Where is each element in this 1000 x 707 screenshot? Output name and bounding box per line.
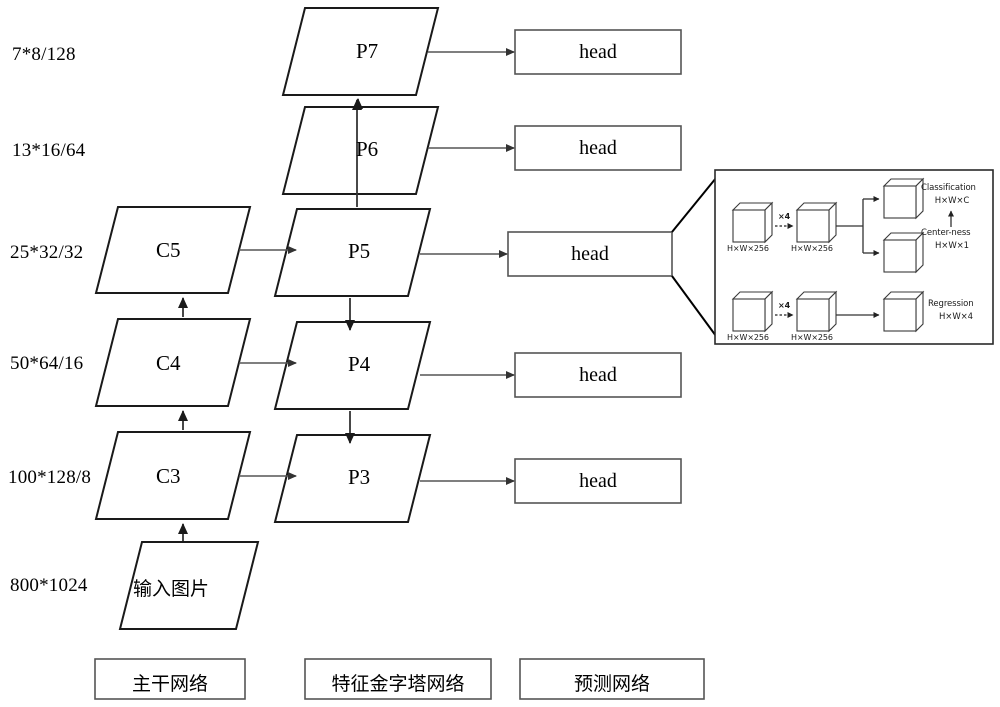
cube-label-cls-mid: H×W×256 [791, 244, 833, 253]
scale-label-c4: 50*64/16 [10, 353, 84, 374]
output-label-classification: Classification [921, 183, 976, 193]
legend-label-backbone: 主干网络 [131, 673, 208, 695]
cube-label-reg-mid: H×W×256 [791, 333, 833, 342]
head-label-p5: head [571, 243, 609, 265]
head-label-p3: head [579, 470, 617, 492]
cube-regression [882, 290, 925, 333]
node-label-c3: C3 [156, 464, 181, 488]
node-label-c4: C4 [156, 351, 181, 375]
backbone-shapes [94, 206, 260, 630]
node-label-c5: C5 [156, 238, 181, 262]
head-label-p6: head [579, 137, 617, 159]
cube-center-ness [882, 231, 925, 274]
node-label-p4: P4 [348, 352, 371, 376]
head-label-p4: head [579, 364, 617, 386]
detail-callout-lines [671, 177, 717, 337]
scale-label-p7: 7*8/128 [12, 44, 76, 65]
scale-label-c5: 25*32/32 [10, 242, 84, 263]
node-label-input-image: 输入图片 [133, 578, 210, 600]
callout-line-bottom [671, 275, 717, 337]
pyramid-shapes [273, 7, 440, 523]
cube-cls-mid [795, 201, 838, 244]
scale-label-p6: 13*16/64 [12, 140, 86, 161]
scale-label-input: 800*1024 [10, 575, 88, 596]
architecture-diagram: 7*8/128 13*16/64 25*32/32 50*64/16 100*1… [0, 0, 1000, 707]
node-label-p7: P7 [356, 39, 379, 63]
output-dims-classification: H×W×C [934, 196, 970, 206]
detail-regression-branch [731, 290, 925, 333]
head-label-p7: head [579, 41, 617, 63]
legend-label-prediction: 预测网络 [573, 673, 650, 695]
output-dims-center-ness: H×W×1 [935, 241, 969, 251]
output-label-regression: Regression [928, 299, 974, 309]
cube-classification [882, 177, 925, 220]
node-label-p5: P5 [348, 239, 371, 263]
node-label-p6: P6 [356, 137, 379, 161]
callout-line-top [671, 177, 717, 233]
cube-label-reg-in: H×W×256 [727, 333, 769, 342]
multiplier-label-classification: ×4 [778, 212, 791, 221]
cube-label-cls-in: H×W×256 [727, 244, 769, 253]
cube-reg-in [731, 290, 774, 333]
output-label-center-ness: Center-ness [921, 228, 971, 238]
cube-reg-mid [795, 290, 838, 333]
head-boxes [507, 29, 682, 504]
output-dims-regression: H×W×4 [939, 312, 973, 322]
legend-label-fpn: 特征金字塔网络 [331, 673, 465, 695]
cube-cls-in [731, 201, 774, 244]
node-label-p3: P3 [348, 465, 371, 489]
scale-label-c3: 100*128/8 [8, 467, 92, 488]
multiplier-label-regression: ×4 [778, 301, 791, 310]
